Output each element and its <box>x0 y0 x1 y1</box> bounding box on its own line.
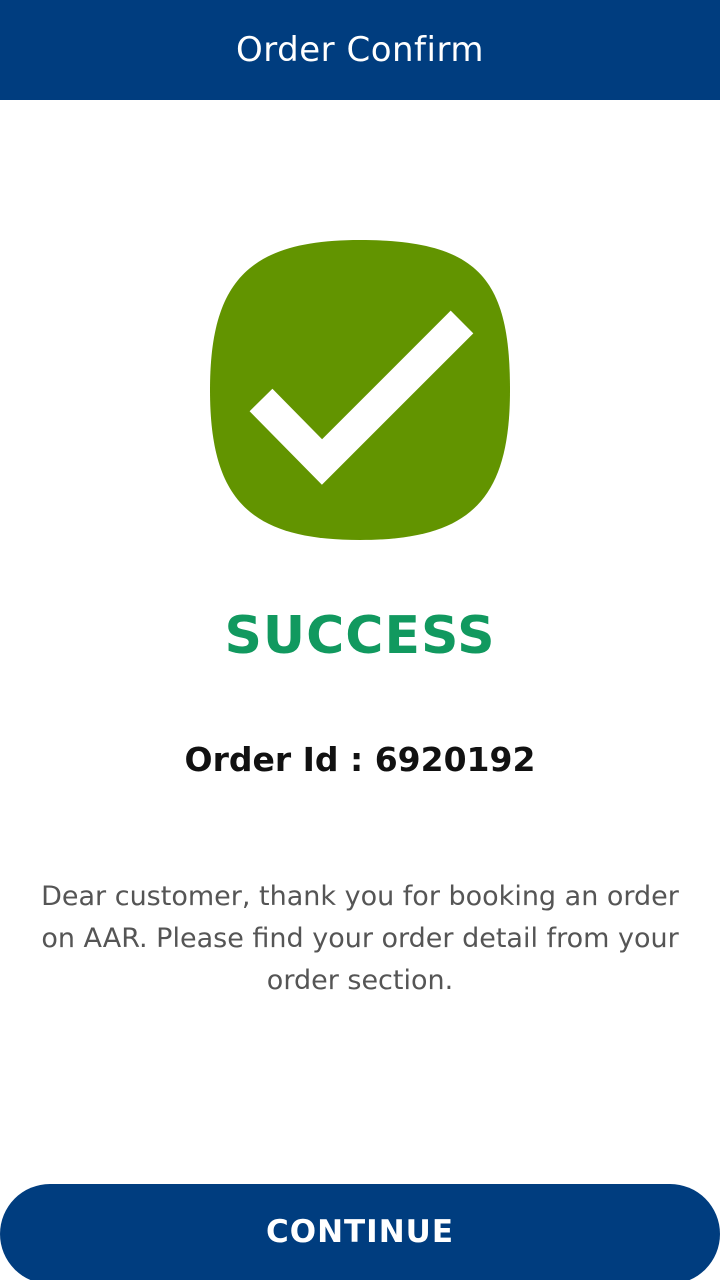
order-id-label: Order Id : 6920192 <box>184 740 536 779</box>
page-title: Order Confirm <box>236 30 484 70</box>
checkmark-circle-icon <box>210 240 510 540</box>
success-heading: SUCCESS <box>224 606 496 666</box>
top-app-bar: Order Confirm <box>0 0 720 100</box>
order-confirm-screen: Order Confirm SUCCESS Order Id : 6920192… <box>0 0 720 1280</box>
confirmation-message: Dear customer, thank you for booking an … <box>41 881 679 996</box>
continue-button[interactable]: CONTINUE <box>0 1184 720 1280</box>
continue-button-label: CONTINUE <box>265 1214 455 1250</box>
